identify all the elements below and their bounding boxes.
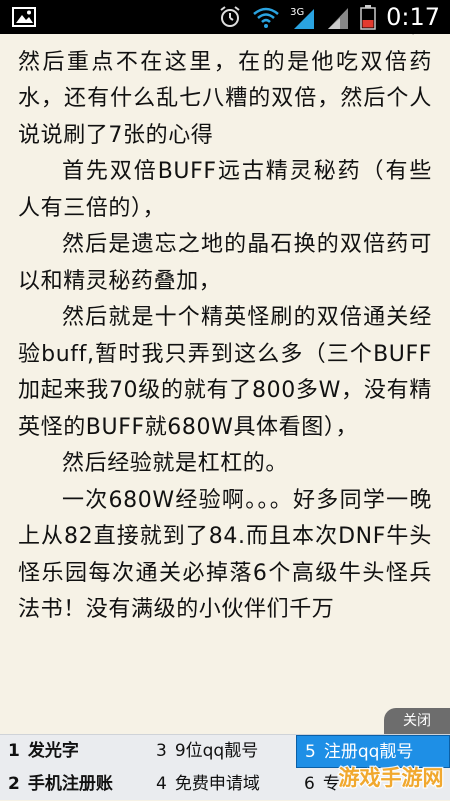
ad-link[interactable]: 4 免费申请域 [148,768,296,801]
ad-link[interactable]: 2 手机注册账 [0,768,148,801]
svg-text:游戏手游网: 游戏手游网 [339,766,444,790]
article-paragraph-4: 然后就是十个精英怪刷的双倍通关经验buff,暂时我只弄到这么多（三个BUFF加起… [18,305,432,440]
article-body[interactable]: 首先牛头怪乐园好像是四倍经验了，然后重点不在这里，在的是他吃双倍药水，还有什么乱… [0,34,450,734]
article-text: 首先牛头怪乐园好像是四倍经验了，然后重点不在这里，在的是他吃双倍药水，还有什么乱… [18,34,432,629]
ad-link-number: 3 [156,741,167,761]
ad-link-label: 手机注册账 [27,774,113,794]
article-paragraph-6: 一次680W经验啊。。。好多同学一晚上从82直接就到了84.而且本次DNF牛头怪… [18,487,432,623]
cell-signal-icon [294,9,315,29]
clock: 0:17 [386,3,440,31]
site-watermark-logo: 游戏手游网 [337,765,445,792]
ad-link-label: 免费申请域 [174,774,260,794]
system-icons: 3G 0:17 [218,0,440,34]
ad-link-number: 2 [8,774,20,794]
ad-link-number: 1 [8,741,20,761]
image-notification-icon [12,7,36,27]
ad-link-label: 发光字 [27,741,79,761]
cell-signal-icon-secondary [328,8,349,29]
battery-icon [360,5,376,30]
article-paragraph-2: 首先双倍BUFF远古精灵秘药（有些人有三倍的）， [18,159,432,221]
ad-link-number: 5 [305,742,316,762]
article-paragraph-1: 首先牛头怪乐园好像是四倍经验了，然后重点不在这里，在的是他吃双倍药水，还有什么乱… [18,34,432,148]
mobile-signal: 3G [290,4,316,30]
article-paragraph-3: 然后是遗忘之地的晶石换的双倍药可以和精灵秘药叠加， [18,232,432,294]
wifi-icon [253,7,279,28]
notification-area [12,6,36,28]
ad-link[interactable]: 3 9位qq靓号 [148,735,296,768]
close-ad-button[interactable]: 关闭 [384,708,450,734]
ad-link-label: 9位qq靓号 [174,741,259,761]
ad-link-number: 6 [304,774,315,794]
article-paragraph-5: 然后经验就是杠杠的。 [62,451,289,476]
ad-link[interactable]: 1 发光字 [0,735,148,768]
alarm-icon [220,6,240,27]
status-bar: 3G 0:17 [0,0,450,34]
ad-link-number: 4 [156,774,167,794]
